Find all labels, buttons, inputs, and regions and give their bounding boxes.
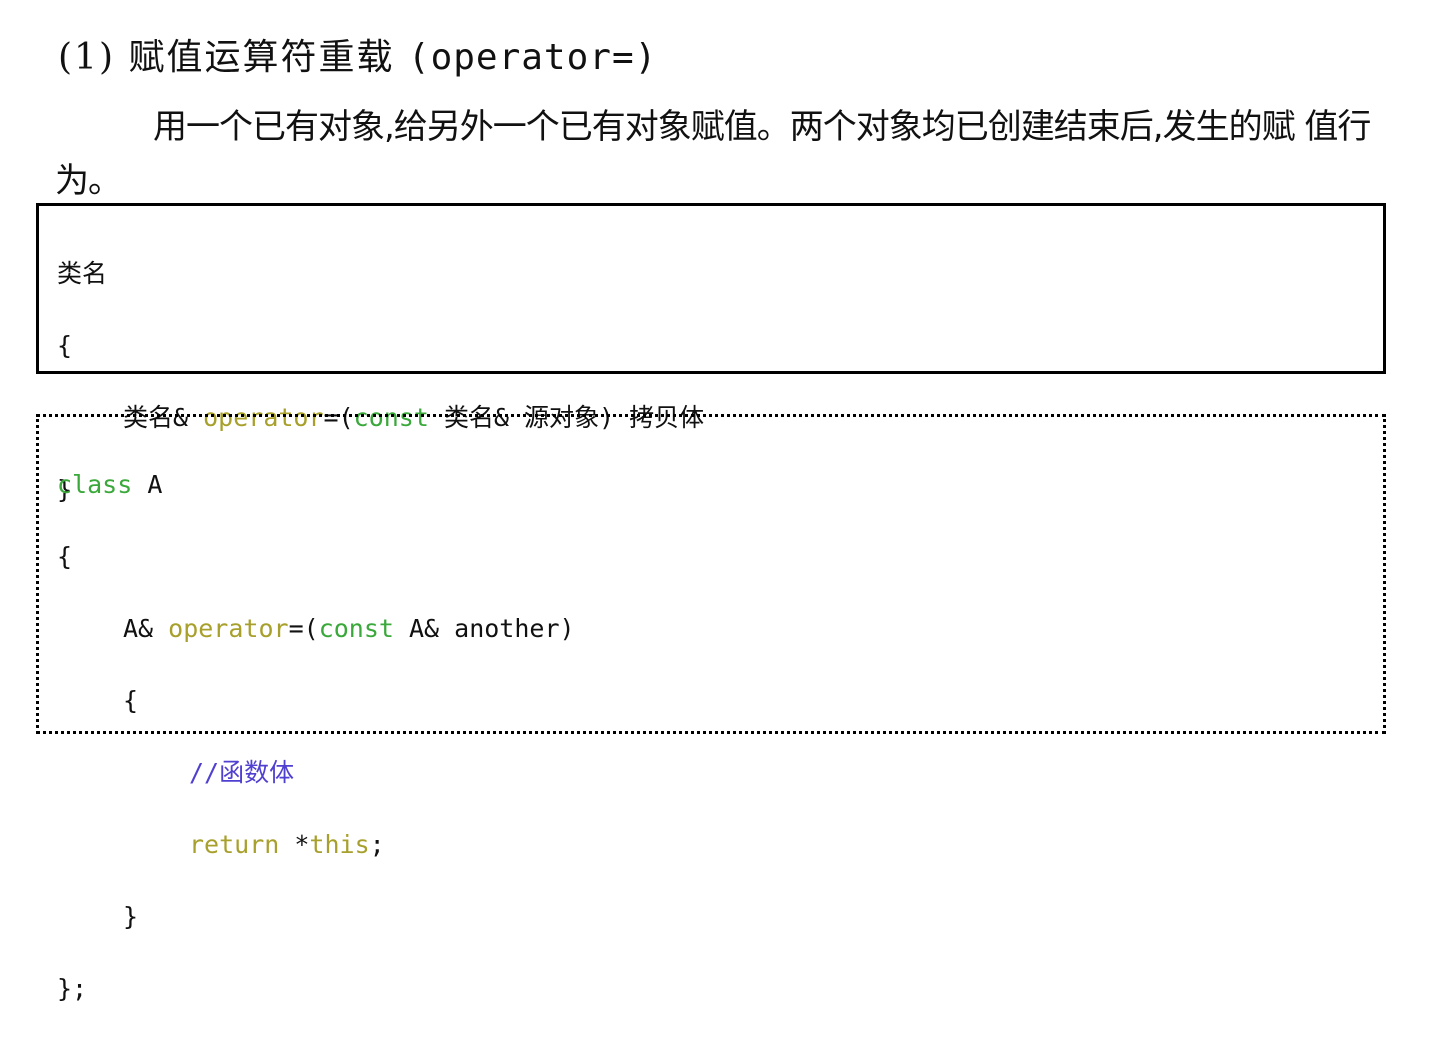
code-line: 类名 [57, 259, 108, 288]
description-paragraph: 用一个已有对象,给另外一个已有对象赋值。两个对象均已创建结束后,发生的赋 值行为… [55, 107, 1371, 201]
heading-number: (1) [58, 37, 115, 78]
heading-code: (operator=) [407, 37, 658, 78]
code-line: } [123, 902, 139, 931]
code-line: { [57, 331, 73, 360]
keyword-class: class [57, 470, 133, 499]
keyword-const: const [318, 614, 394, 643]
keyword-operator: operator [168, 614, 289, 643]
section-heading: (1) 赋值运算符重载 (operator=) [58, 30, 657, 86]
code-line: A& operator=(const A& another) [123, 614, 575, 643]
code-line: return *this; [189, 830, 385, 859]
code-line: //函数体 [57, 755, 1365, 791]
keyword-return: return [189, 830, 280, 859]
code-line: { [123, 686, 139, 715]
heading-title: 赋值运算符重载 [115, 37, 408, 78]
keyword-this: this [309, 830, 370, 859]
code-line: { [57, 542, 73, 571]
example-code-box: class A { A& operator=(const A& another)… [36, 414, 1386, 1003]
syntax-code-box: 类名 { 类名& operator=(const 类名& 源对象) 拷贝体 } [36, 203, 1386, 504]
code-line: class A [57, 470, 163, 499]
code-line: }; [57, 974, 88, 1003]
